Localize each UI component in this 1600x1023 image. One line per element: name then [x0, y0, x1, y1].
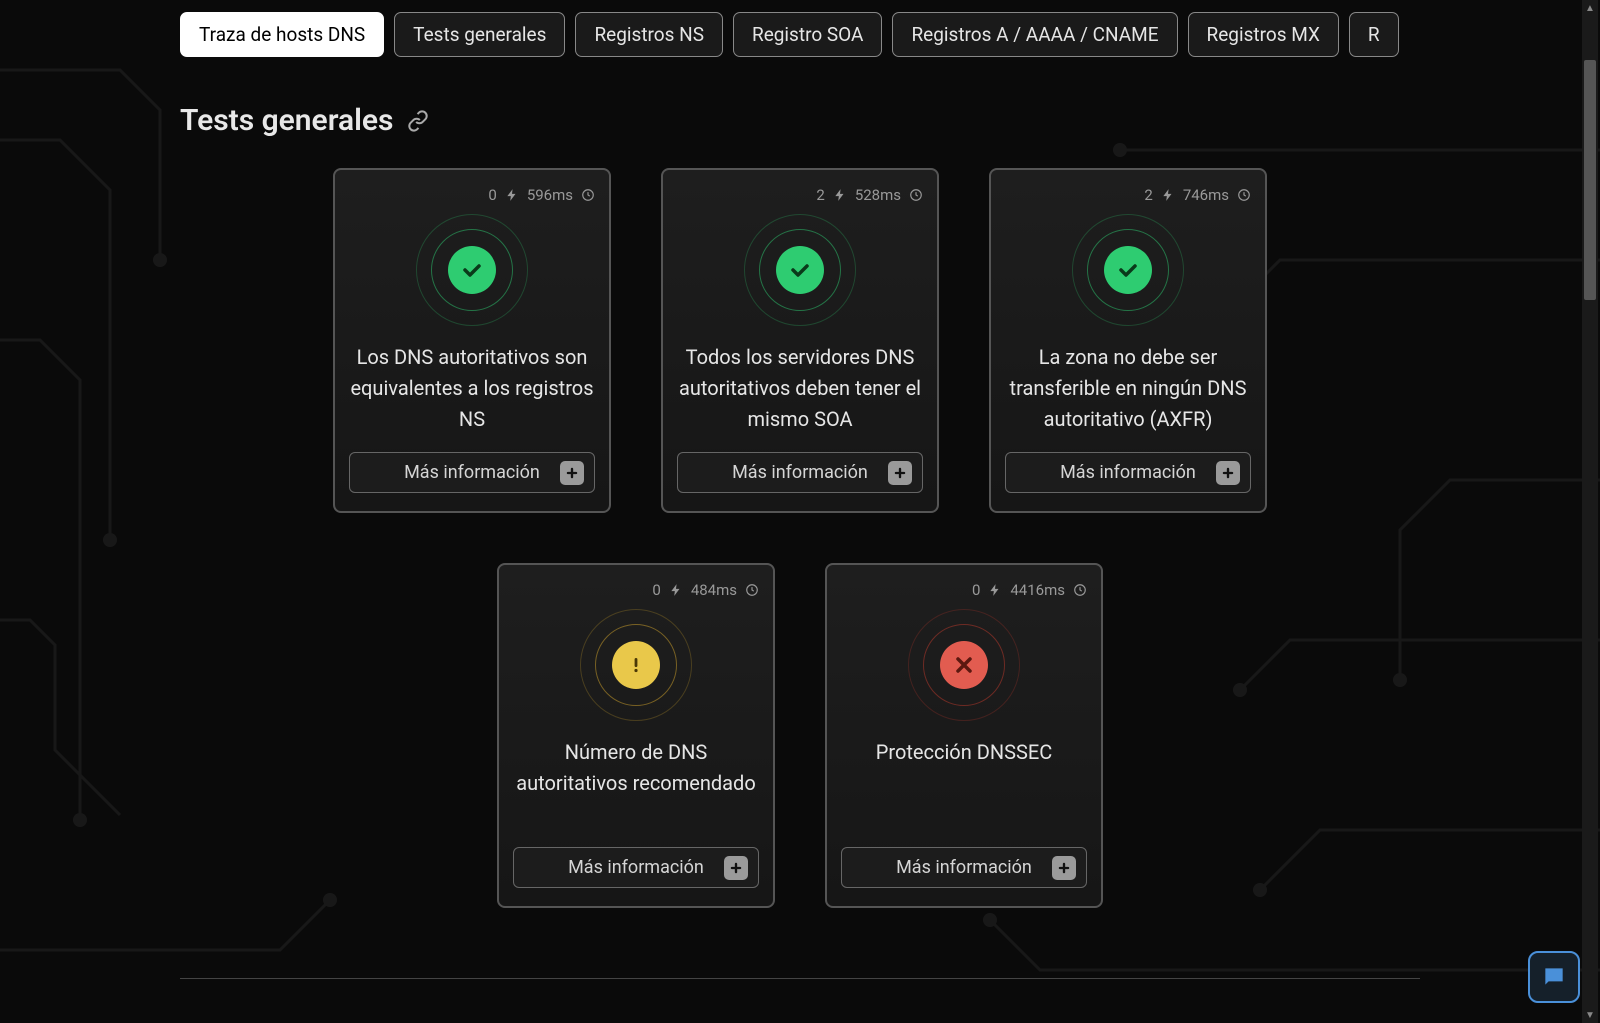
card-time: 596ms: [527, 186, 573, 204]
card-meta: 2 528ms: [816, 186, 923, 204]
test-card: 0 596ms Los DNS autoritativos son equiva…: [333, 168, 611, 513]
plus-icon: [724, 856, 748, 880]
section-header: Tests generales: [180, 103, 1420, 138]
more-info-label: Más información: [896, 857, 1032, 878]
status-indicator: [904, 605, 1024, 725]
tab-registros-ns[interactable]: Registros NS: [575, 12, 723, 57]
card-count: 0: [972, 581, 980, 599]
clock-icon: [1237, 188, 1251, 202]
more-info-button[interactable]: Más información: [513, 847, 759, 888]
card-count: 2: [1144, 186, 1152, 204]
status-indicator: [576, 605, 696, 725]
test-card: 0 4416ms Protección DNSSEC Más informaci…: [825, 563, 1103, 908]
test-card: 0 484ms Número de DNS autoritativos reco…: [497, 563, 775, 908]
card-meta: 0 596ms: [488, 186, 595, 204]
link-icon[interactable]: [407, 110, 429, 132]
card-time: 746ms: [1183, 186, 1229, 204]
chat-button[interactable]: [1528, 951, 1580, 1003]
more-info-label: Más información: [404, 462, 540, 483]
card-title: Número de DNS autoritativos recomendado: [513, 737, 759, 833]
tab-overflow[interactable]: R: [1349, 12, 1399, 57]
scroll-thumb[interactable]: [1584, 60, 1596, 300]
bolt-icon: [505, 188, 519, 202]
status-ok-icon: [776, 246, 824, 294]
card-count: 0: [488, 186, 496, 204]
card-time: 4416ms: [1010, 581, 1065, 599]
card-count: 2: [816, 186, 824, 204]
test-card: 2 528ms Todos los servidores DNS autorit…: [661, 168, 939, 513]
tab-registros-a-aaaa-cname[interactable]: Registros A / AAAA / CNAME: [892, 12, 1177, 57]
status-indicator: [740, 210, 860, 330]
plus-icon: [1052, 856, 1076, 880]
card-title: Protección DNSSEC: [876, 737, 1053, 833]
card-meta: 2 746ms: [1144, 186, 1251, 204]
tab-registros-mx[interactable]: Registros MX: [1188, 12, 1339, 57]
status-ok-icon: [448, 246, 496, 294]
bolt-icon: [1161, 188, 1175, 202]
card-time: 484ms: [691, 581, 737, 599]
chat-icon: [1541, 964, 1567, 990]
more-info-label: Más información: [568, 857, 704, 878]
status-indicator: [412, 210, 532, 330]
test-card: 2 746ms La zona no debe ser transferible…: [989, 168, 1267, 513]
status-warn-icon: [612, 641, 660, 689]
plus-icon: [560, 461, 584, 485]
more-info-button[interactable]: Más información: [841, 847, 1087, 888]
plus-icon: [1216, 461, 1240, 485]
clock-icon: [745, 583, 759, 597]
clock-icon: [909, 188, 923, 202]
clock-icon: [1073, 583, 1087, 597]
card-title: Todos los servidores DNS autoritativos d…: [677, 342, 923, 438]
section-title: Tests generales: [180, 103, 393, 138]
card-meta: 0 4416ms: [972, 581, 1087, 599]
tab-tests-generales[interactable]: Tests generales: [394, 12, 565, 57]
tab-traza-hosts-dns[interactable]: Traza de hosts DNS: [180, 12, 384, 57]
tab-registro-soa[interactable]: Registro SOA: [733, 12, 882, 57]
vertical-scrollbar[interactable]: ▲ ▼: [1582, 0, 1598, 1023]
bolt-icon: [669, 583, 683, 597]
status-err-icon: [940, 641, 988, 689]
card-time: 528ms: [855, 186, 901, 204]
plus-icon: [888, 461, 912, 485]
more-info-button[interactable]: Más información: [349, 452, 595, 493]
more-info-label: Más información: [1060, 462, 1196, 483]
clock-icon: [581, 188, 595, 202]
more-info-button[interactable]: Más información: [1005, 452, 1251, 493]
section-divider: [180, 978, 1420, 979]
card-count: 0: [652, 581, 660, 599]
more-info-button[interactable]: Más información: [677, 452, 923, 493]
cards-grid: 0 596ms Los DNS autoritativos son equiva…: [180, 168, 1420, 908]
bolt-icon: [988, 583, 1002, 597]
tab-bar: Traza de hosts DNS Tests generales Regis…: [180, 0, 1420, 69]
status-indicator: [1068, 210, 1188, 330]
card-title: La zona no debe ser transferible en ning…: [1005, 342, 1251, 438]
card-meta: 0 484ms: [652, 581, 759, 599]
more-info-label: Más información: [732, 462, 868, 483]
status-ok-icon: [1104, 246, 1152, 294]
scroll-up-arrow[interactable]: ▲: [1582, 0, 1598, 16]
card-title: Los DNS autoritativos son equivalentes a…: [349, 342, 595, 438]
scroll-down-arrow[interactable]: ▼: [1582, 1007, 1598, 1023]
bolt-icon: [833, 188, 847, 202]
